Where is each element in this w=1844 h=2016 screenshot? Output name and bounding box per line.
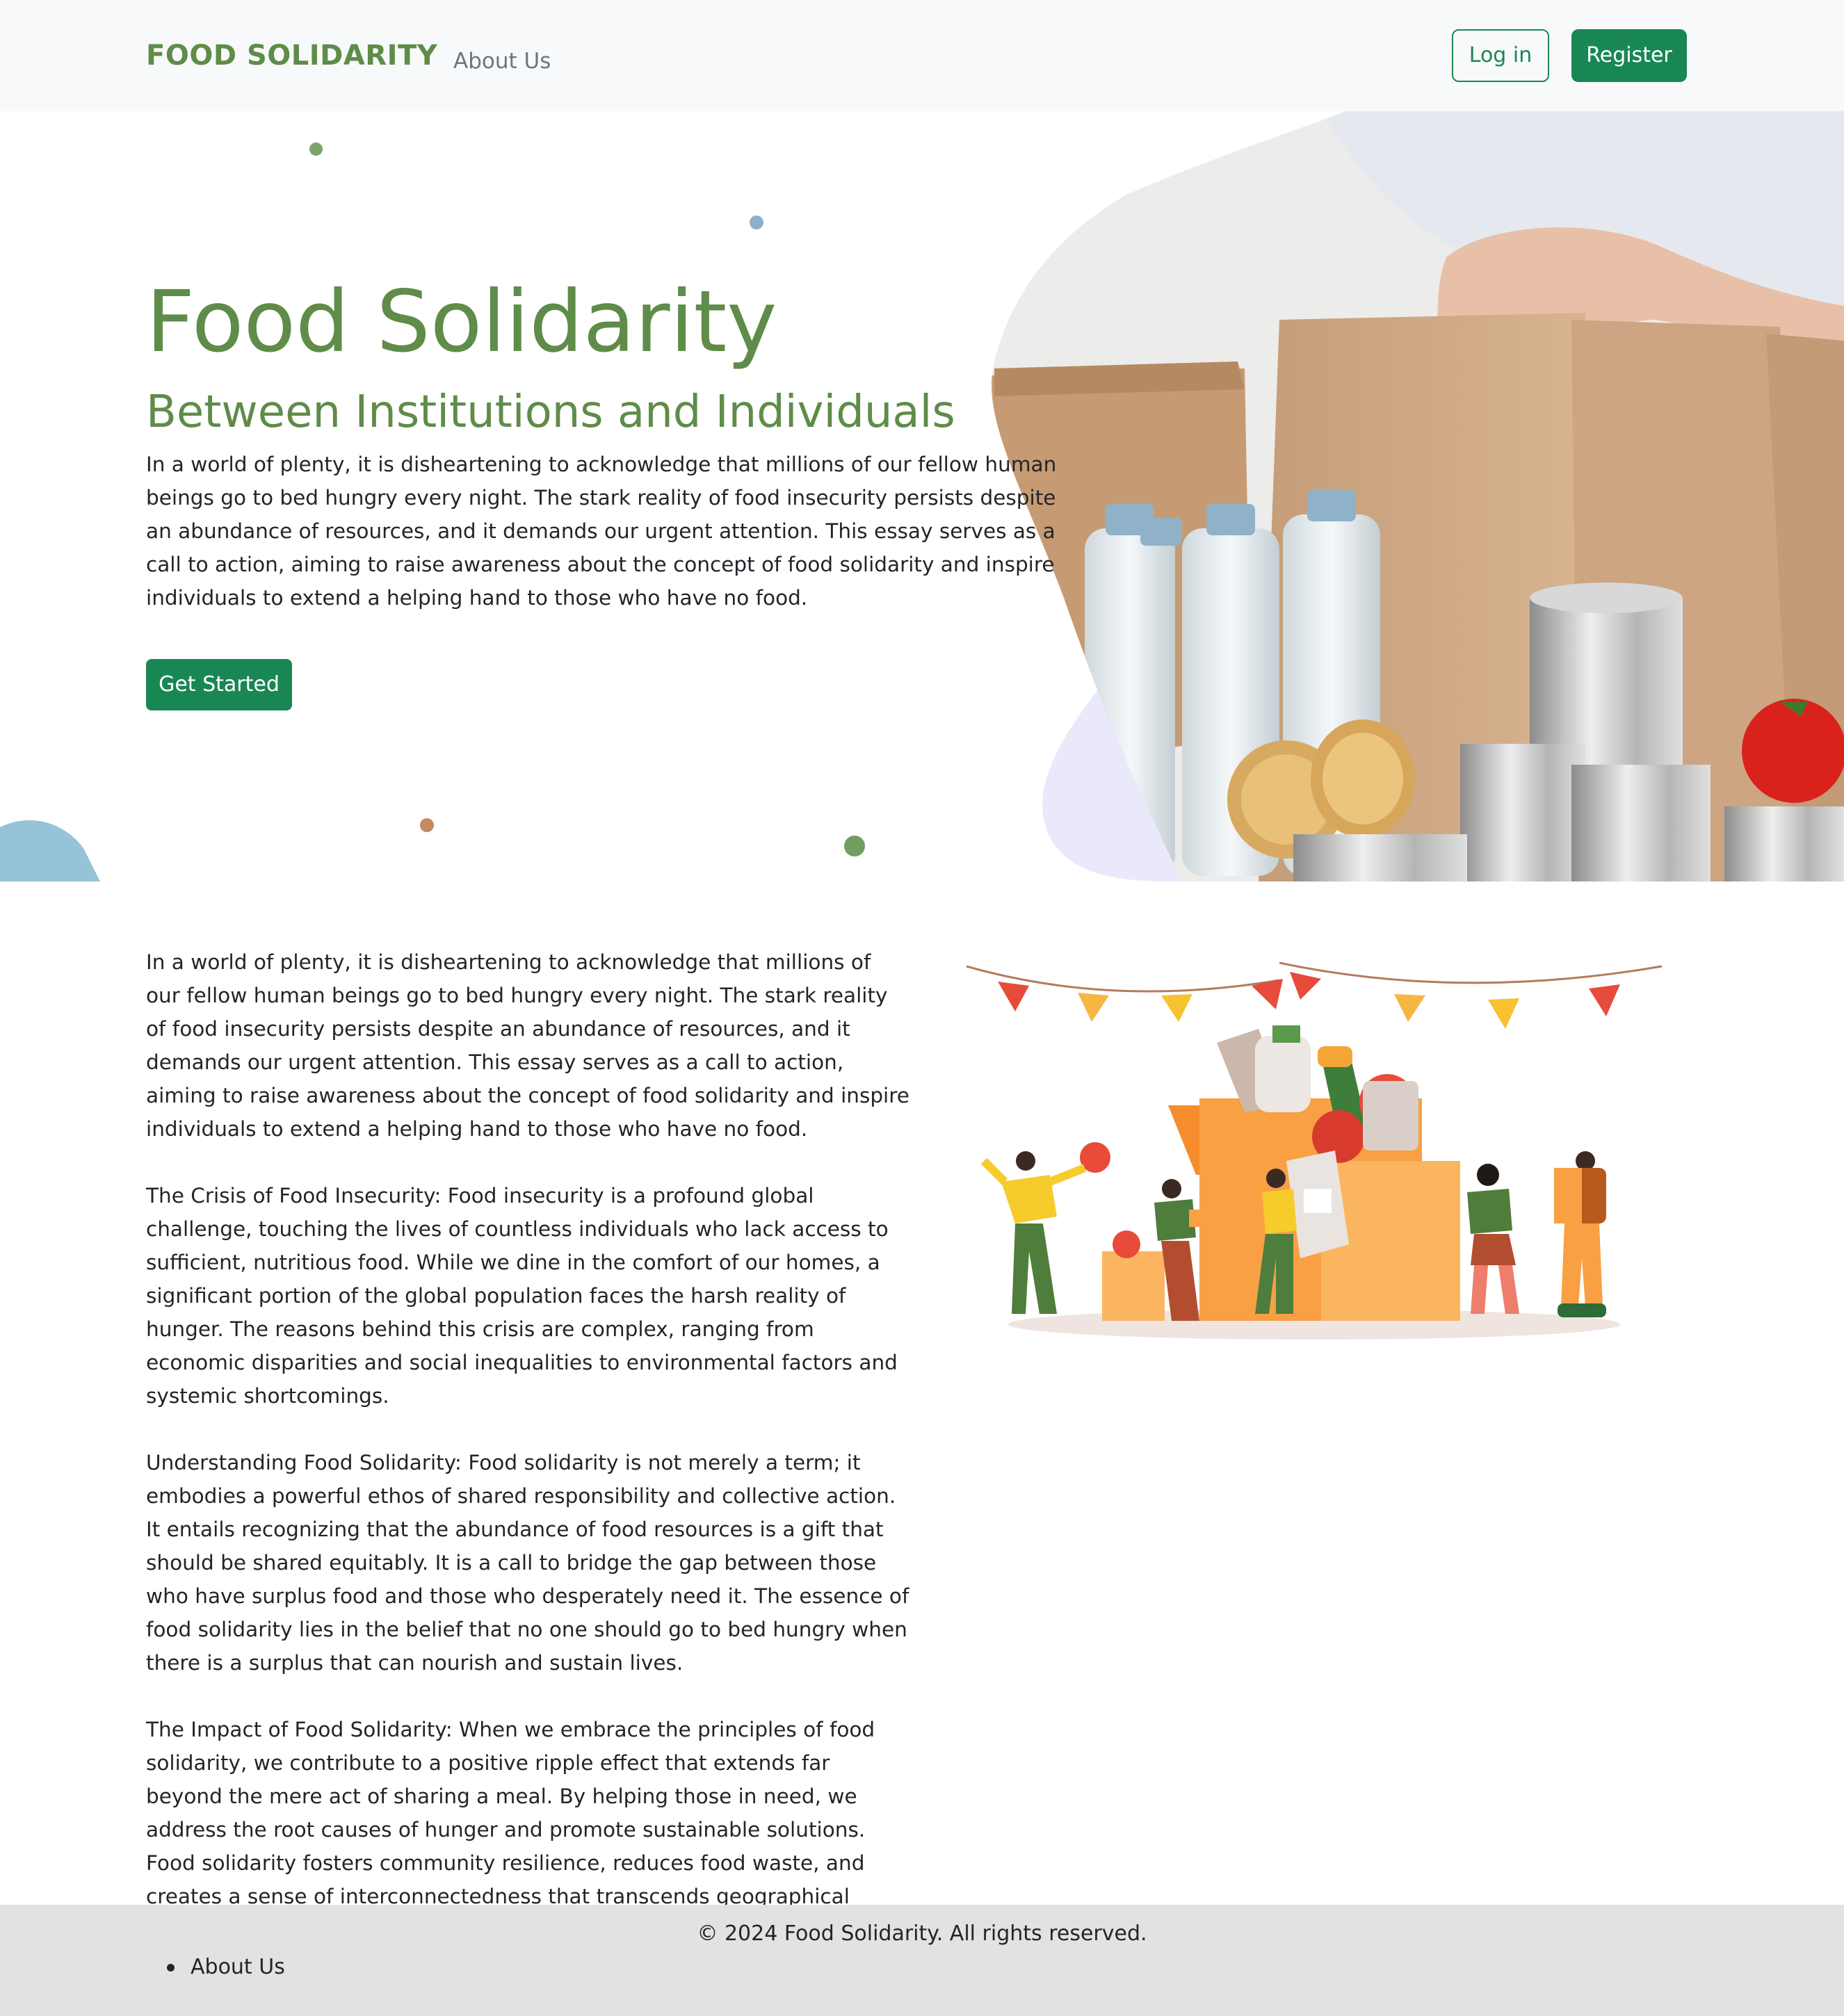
footer-link-about-us[interactable]: About Us — [146, 1951, 285, 1984]
hero-intro-text: In a world of plenty, it is disheartenin… — [146, 453, 1057, 610]
decor-dot — [750, 216, 763, 229]
get-started-button[interactable]: Get Started — [146, 659, 292, 710]
paragraph-intro: In a world of plenty, it is disheartenin… — [146, 950, 909, 1141]
footer: © 2024 Food Solidarity. All rights reser… — [0, 1905, 1844, 2016]
decor-dot — [844, 836, 865, 856]
brand-logo[interactable]: FOOD SOLIDARITY — [146, 35, 437, 76]
decor-dot — [309, 143, 323, 156]
footer-link-label: About Us — [191, 1955, 285, 1979]
community-food-illustration — [966, 961, 1663, 1340]
hero-section: Food Solidarity Between Institutions and… — [0, 111, 1844, 881]
paragraph-understanding: Understanding Food Solidarity: Food soli… — [146, 1451, 909, 1675]
login-button[interactable]: Log in — [1452, 29, 1549, 82]
bullet-icon — [167, 1964, 175, 1972]
decor-dot — [420, 818, 434, 832]
hero-subtitle: Between Institutions and Individuals — [146, 387, 955, 438]
hero-title: Food Solidarity — [146, 273, 777, 371]
article-content: In a world of plenty, it is disheartenin… — [146, 945, 911, 1980]
nav-link-about-us[interactable]: About Us — [453, 42, 551, 81]
paragraph-crisis: The Crisis of Food Insecurity: Food inse… — [146, 1184, 898, 1408]
copyright-text: © 2024 Food Solidarity. All rights reser… — [697, 1921, 1147, 1946]
register-button[interactable]: Register — [1571, 29, 1687, 82]
footer-links: About Us — [146, 1951, 285, 1984]
navbar: FOOD SOLIDARITY About Us Log in Register — [0, 0, 1844, 111]
